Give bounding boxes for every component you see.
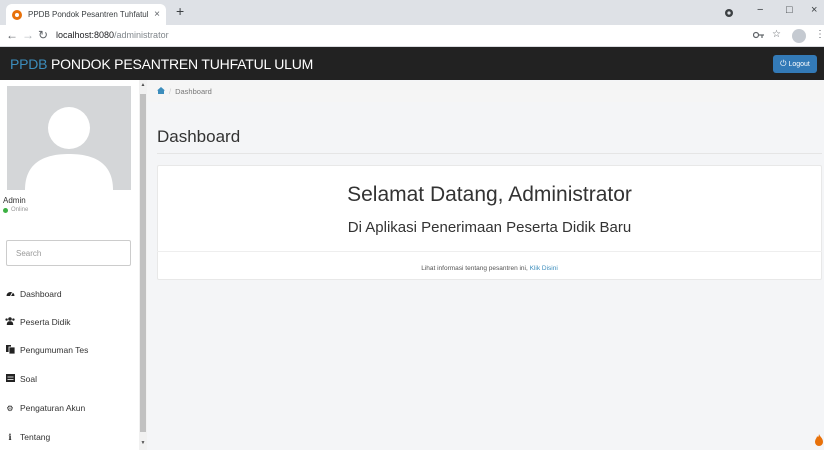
maximize-icon[interactable]: □ xyxy=(786,4,793,16)
online-status: Online xyxy=(3,207,28,213)
status-label: Online xyxy=(11,207,29,213)
scroll-up-icon[interactable]: ▲ xyxy=(139,82,147,88)
sidebar-item-soal[interactable]: Soal xyxy=(5,371,37,387)
info-line: Lihat informasi tentang pesantren ini, K… xyxy=(157,265,822,272)
welcome-heading: Selamat Datang, Administrator xyxy=(347,183,632,206)
cogs-icon: ⚙ xyxy=(6,403,14,413)
scrollbar-thumb[interactable] xyxy=(140,94,146,432)
user-name: Admin xyxy=(3,196,26,205)
breadcrumb-current: Dashboard xyxy=(175,87,212,96)
url-field[interactable]: ilocalhost:8080/administrator xyxy=(56,30,223,305)
address-bar: ← → ↻ ilocalhost:8080/administrator ☆ ⋮ xyxy=(0,25,824,305)
info-link[interactable]: Klik Disini xyxy=(530,265,558,272)
avatar xyxy=(7,86,131,190)
browser-tab[interactable]: PPDB Pondok Pesantren Tuhfatul × xyxy=(6,4,166,25)
flame-icon[interactable] xyxy=(814,434,824,446)
minimize-icon[interactable]: − xyxy=(757,4,763,16)
power-icon: ⏻ xyxy=(780,59,787,68)
reload-icon[interactable]: ↻ xyxy=(38,28,48,42)
breadcrumb-separator: / xyxy=(169,87,172,96)
brand-accent: PPDB xyxy=(10,56,48,72)
home-icon[interactable] xyxy=(157,87,165,96)
title-divider xyxy=(157,153,822,154)
logout-button[interactable]: ⏻ Logout xyxy=(773,55,817,73)
panel-divider xyxy=(157,251,822,252)
dashboard-icon xyxy=(5,289,15,299)
sidebar-item-pengumuman-tes[interactable]: Pengumuman Tes xyxy=(5,342,88,358)
copy-icon xyxy=(5,344,15,356)
sidebar-item-peserta-didik[interactable]: Peserta Didik xyxy=(5,314,71,330)
list-icon xyxy=(5,374,15,384)
page-title: Dashboard xyxy=(157,127,241,146)
logout-label: Logout xyxy=(788,60,810,68)
close-window-icon[interactable]: × xyxy=(811,4,817,16)
key-icon[interactable] xyxy=(753,31,764,39)
account-avatar[interactable] xyxy=(792,29,806,43)
profile-icon[interactable] xyxy=(724,8,734,18)
online-dot-icon xyxy=(3,207,8,213)
sidebar: Admin Online Search Dashboard Peserta Di… xyxy=(0,80,146,450)
sidebar-item-pengaturan-akun[interactable]: ⚙ Pengaturan Akun xyxy=(5,400,85,416)
tab-title: PPDB Pondok Pesantren Tuhfatul xyxy=(28,10,149,19)
brand-name: PONDOK PESANTREN TUHFATUL ULUM xyxy=(47,56,314,72)
url-host: localhost:8080 xyxy=(56,30,115,40)
favicon-icon xyxy=(12,9,22,20)
info-icon: i xyxy=(8,432,12,442)
sidebar-item-dashboard[interactable]: Dashboard xyxy=(5,286,62,302)
app-navbar: PPDB PONDOK PESANTREN TUHFATUL ULUM xyxy=(0,47,824,80)
breadcrumb: / Dashboard xyxy=(147,81,824,102)
new-tab-button[interactable]: + xyxy=(176,3,184,19)
sidebar-item-label: Tentang xyxy=(20,432,51,442)
back-icon[interactable]: ← xyxy=(6,28,18,42)
url-path: /administrator xyxy=(114,30,169,40)
sidebar-item-label: Pengumuman Tes xyxy=(20,345,89,355)
sidebar-item-label: Soal xyxy=(20,374,38,384)
welcome-subtitle: Di Aplikasi Penerimaan Peserta Didik Bar… xyxy=(347,219,632,236)
tab-close-icon[interactable]: × xyxy=(154,9,160,20)
browser-tab-strip: PPDB Pondok Pesantren Tuhfatul × + − □ × xyxy=(0,0,824,25)
users-icon xyxy=(5,317,15,327)
app-brand[interactable]: PPDB PONDOK PESANTREN TUHFATUL ULUM xyxy=(10,56,313,72)
scroll-down-icon[interactable]: ▼ xyxy=(139,440,147,446)
star-icon[interactable]: ☆ xyxy=(772,29,781,40)
sidebar-item-tentang[interactable]: i Tentang xyxy=(5,429,50,445)
info-text: Lihat informasi tentang pesantren ini, xyxy=(421,265,530,272)
menu-dots-icon[interactable]: ⋮ xyxy=(815,29,824,40)
forward-icon[interactable]: → xyxy=(22,28,34,42)
sidebar-item-label: Peserta Didik xyxy=(20,317,71,327)
search-input[interactable]: Search xyxy=(6,240,131,266)
sidebar-item-label: Dashboard xyxy=(20,289,62,299)
sidebar-item-label: Pengaturan Akun xyxy=(20,403,86,413)
